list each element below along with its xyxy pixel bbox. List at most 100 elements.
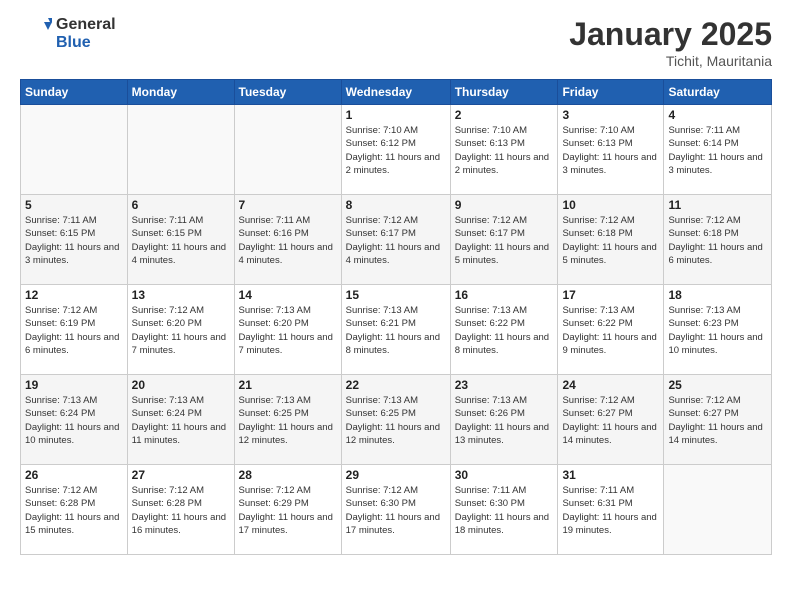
calendar-cell: 19 Sunrise: 7:13 AM Sunset: 6:24 PM Dayli… (21, 375, 128, 465)
day-info: Sunrise: 7:12 AM Sunset: 6:17 PM Dayligh… (455, 214, 554, 267)
calendar-week-row: 1 Sunrise: 7:10 AM Sunset: 6:12 PM Daylig… (21, 105, 772, 195)
day-info: Sunrise: 7:12 AM Sunset: 6:27 PM Dayligh… (668, 394, 767, 447)
calendar-cell: 5 Sunrise: 7:11 AM Sunset: 6:15 PM Daylig… (21, 195, 128, 285)
day-number: 26 (25, 468, 123, 482)
day-info: Sunrise: 7:11 AM Sunset: 6:16 PM Dayligh… (239, 214, 337, 267)
calendar-cell: 28 Sunrise: 7:12 AM Sunset: 6:29 PM Dayli… (234, 465, 341, 555)
calendar-cell: 30 Sunrise: 7:11 AM Sunset: 6:30 PM Dayli… (450, 465, 558, 555)
calendar-cell: 9 Sunrise: 7:12 AM Sunset: 6:17 PM Daylig… (450, 195, 558, 285)
col-friday: Friday (558, 80, 664, 105)
day-number: 12 (25, 288, 123, 302)
calendar-cell: 8 Sunrise: 7:12 AM Sunset: 6:17 PM Daylig… (341, 195, 450, 285)
calendar-cell (234, 105, 341, 195)
day-info: Sunrise: 7:12 AM Sunset: 6:28 PM Dayligh… (132, 484, 230, 537)
calendar-cell: 17Sunrise: 7:13 AM Sunset: 6:22 PM Dayli… (558, 285, 664, 375)
calendar-cell: 27 Sunrise: 7:12 AM Sunset: 6:28 PM Dayli… (127, 465, 234, 555)
day-info: Sunrise: 7:13 AM Sunset: 6:25 PM Dayligh… (239, 394, 337, 447)
day-number: 10 (562, 198, 659, 212)
day-info: Sunrise: 7:10 AM Sunset: 6:13 PM Dayligh… (562, 124, 659, 177)
day-info: Sunrise: 7:11 AM Sunset: 6:15 PM Dayligh… (132, 214, 230, 267)
calendar-week-row: 12 Sunrise: 7:12 AM Sunset: 6:19 PM Dayli… (21, 285, 772, 375)
day-number: 15 (346, 288, 446, 302)
day-info: Sunrise: 7:10 AM Sunset: 6:13 PM Dayligh… (455, 124, 554, 177)
day-number: 13 (132, 288, 230, 302)
day-info: Sunrise: 7:12 AM Sunset: 6:20 PM Dayligh… (132, 304, 230, 357)
logo-text: General Blue (56, 16, 116, 52)
calendar-header-row: Sunday Monday Tuesday Wednesday Thursday… (21, 80, 772, 105)
day-info: Sunrise: 7:12 AM Sunset: 6:27 PM Dayligh… (562, 394, 659, 447)
calendar-cell: 2 Sunrise: 7:10 AM Sunset: 6:13 PM Daylig… (450, 105, 558, 195)
day-number: 16 (455, 288, 554, 302)
calendar-cell: 25Sunrise: 7:12 AM Sunset: 6:27 PM Dayli… (664, 375, 772, 465)
calendar-cell (127, 105, 234, 195)
day-info: Sunrise: 7:11 AM Sunset: 6:31 PM Dayligh… (562, 484, 659, 537)
day-number: 14 (239, 288, 337, 302)
calendar-week-row: 26 Sunrise: 7:12 AM Sunset: 6:28 PM Dayli… (21, 465, 772, 555)
day-number: 19 (25, 378, 123, 392)
calendar-cell: 13 Sunrise: 7:12 AM Sunset: 6:20 PM Dayli… (127, 285, 234, 375)
calendar-cell: 21Sunrise: 7:13 AM Sunset: 6:25 PM Dayli… (234, 375, 341, 465)
day-number: 4 (668, 108, 767, 122)
calendar-cell (664, 465, 772, 555)
col-monday: Monday (127, 80, 234, 105)
day-info: Sunrise: 7:13 AM Sunset: 6:22 PM Dayligh… (562, 304, 659, 357)
calendar-cell: 15 Sunrise: 7:13 AM Sunset: 6:21 PM Dayli… (341, 285, 450, 375)
title-block: January 2025 Tichit, Mauritania (569, 16, 772, 69)
day-info: Sunrise: 7:13 AM Sunset: 6:21 PM Dayligh… (346, 304, 446, 357)
day-number: 8 (346, 198, 446, 212)
calendar-cell: 7 Sunrise: 7:11 AM Sunset: 6:16 PM Daylig… (234, 195, 341, 285)
calendar-table: Sunday Monday Tuesday Wednesday Thursday… (20, 79, 772, 555)
col-saturday: Saturday (664, 80, 772, 105)
day-info: Sunrise: 7:11 AM Sunset: 6:15 PM Dayligh… (25, 214, 123, 267)
calendar-cell: 18 Sunrise: 7:13 AM Sunset: 6:23 PM Dayli… (664, 285, 772, 375)
day-number: 22 (346, 378, 446, 392)
day-number: 9 (455, 198, 554, 212)
day-info: Sunrise: 7:12 AM Sunset: 6:17 PM Dayligh… (346, 214, 446, 267)
calendar-cell: 4 Sunrise: 7:11 AM Sunset: 6:14 PM Daylig… (664, 105, 772, 195)
day-info: Sunrise: 7:12 AM Sunset: 6:28 PM Dayligh… (25, 484, 123, 537)
day-info: Sunrise: 7:12 AM Sunset: 6:30 PM Dayligh… (346, 484, 446, 537)
day-number: 27 (132, 468, 230, 482)
calendar-cell (21, 105, 128, 195)
calendar-cell: 12 Sunrise: 7:12 AM Sunset: 6:19 PM Dayli… (21, 285, 128, 375)
calendar-week-row: 5 Sunrise: 7:11 AM Sunset: 6:15 PM Daylig… (21, 195, 772, 285)
day-number: 1 (346, 108, 446, 122)
day-number: 11 (668, 198, 767, 212)
day-info: Sunrise: 7:11 AM Sunset: 6:14 PM Dayligh… (668, 124, 767, 177)
day-number: 29 (346, 468, 446, 482)
calendar-cell: 10Sunrise: 7:12 AM Sunset: 6:18 PM Dayli… (558, 195, 664, 285)
day-info: Sunrise: 7:13 AM Sunset: 6:22 PM Dayligh… (455, 304, 554, 357)
day-info: Sunrise: 7:11 AM Sunset: 6:30 PM Dayligh… (455, 484, 554, 537)
day-number: 7 (239, 198, 337, 212)
day-info: Sunrise: 7:12 AM Sunset: 6:19 PM Dayligh… (25, 304, 123, 357)
day-number: 3 (562, 108, 659, 122)
calendar-cell: 31 Sunrise: 7:11 AM Sunset: 6:31 PM Dayli… (558, 465, 664, 555)
day-number: 24 (562, 378, 659, 392)
calendar-cell: 16 Sunrise: 7:13 AM Sunset: 6:22 PM Dayli… (450, 285, 558, 375)
calendar-cell: 29 Sunrise: 7:12 AM Sunset: 6:30 PM Dayli… (341, 465, 450, 555)
col-sunday: Sunday (21, 80, 128, 105)
calendar-cell: 22 Sunrise: 7:13 AM Sunset: 6:25 PM Dayli… (341, 375, 450, 465)
day-info: Sunrise: 7:13 AM Sunset: 6:24 PM Dayligh… (25, 394, 123, 447)
day-info: Sunrise: 7:13 AM Sunset: 6:20 PM Dayligh… (239, 304, 337, 357)
day-number: 28 (239, 468, 337, 482)
day-info: Sunrise: 7:13 AM Sunset: 6:25 PM Dayligh… (346, 394, 446, 447)
day-info: Sunrise: 7:12 AM Sunset: 6:29 PM Dayligh… (239, 484, 337, 537)
day-number: 31 (562, 468, 659, 482)
col-tuesday: Tuesday (234, 80, 341, 105)
calendar-cell: 26 Sunrise: 7:12 AM Sunset: 6:28 PM Dayli… (21, 465, 128, 555)
logo-icon (20, 18, 52, 50)
col-wednesday: Wednesday (341, 80, 450, 105)
calendar-cell: 14 Sunrise: 7:13 AM Sunset: 6:20 PM Dayli… (234, 285, 341, 375)
col-thursday: Thursday (450, 80, 558, 105)
day-number: 30 (455, 468, 554, 482)
day-info: Sunrise: 7:10 AM Sunset: 6:12 PM Dayligh… (346, 124, 446, 177)
header: General Blue January 2025 Tichit, Maurit… (20, 16, 772, 69)
calendar-cell: 1 Sunrise: 7:10 AM Sunset: 6:12 PM Daylig… (341, 105, 450, 195)
day-number: 5 (25, 198, 123, 212)
day-number: 2 (455, 108, 554, 122)
day-info: Sunrise: 7:13 AM Sunset: 6:23 PM Dayligh… (668, 304, 767, 357)
day-info: Sunrise: 7:13 AM Sunset: 6:26 PM Dayligh… (455, 394, 554, 447)
day-number: 18 (668, 288, 767, 302)
day-number: 20 (132, 378, 230, 392)
